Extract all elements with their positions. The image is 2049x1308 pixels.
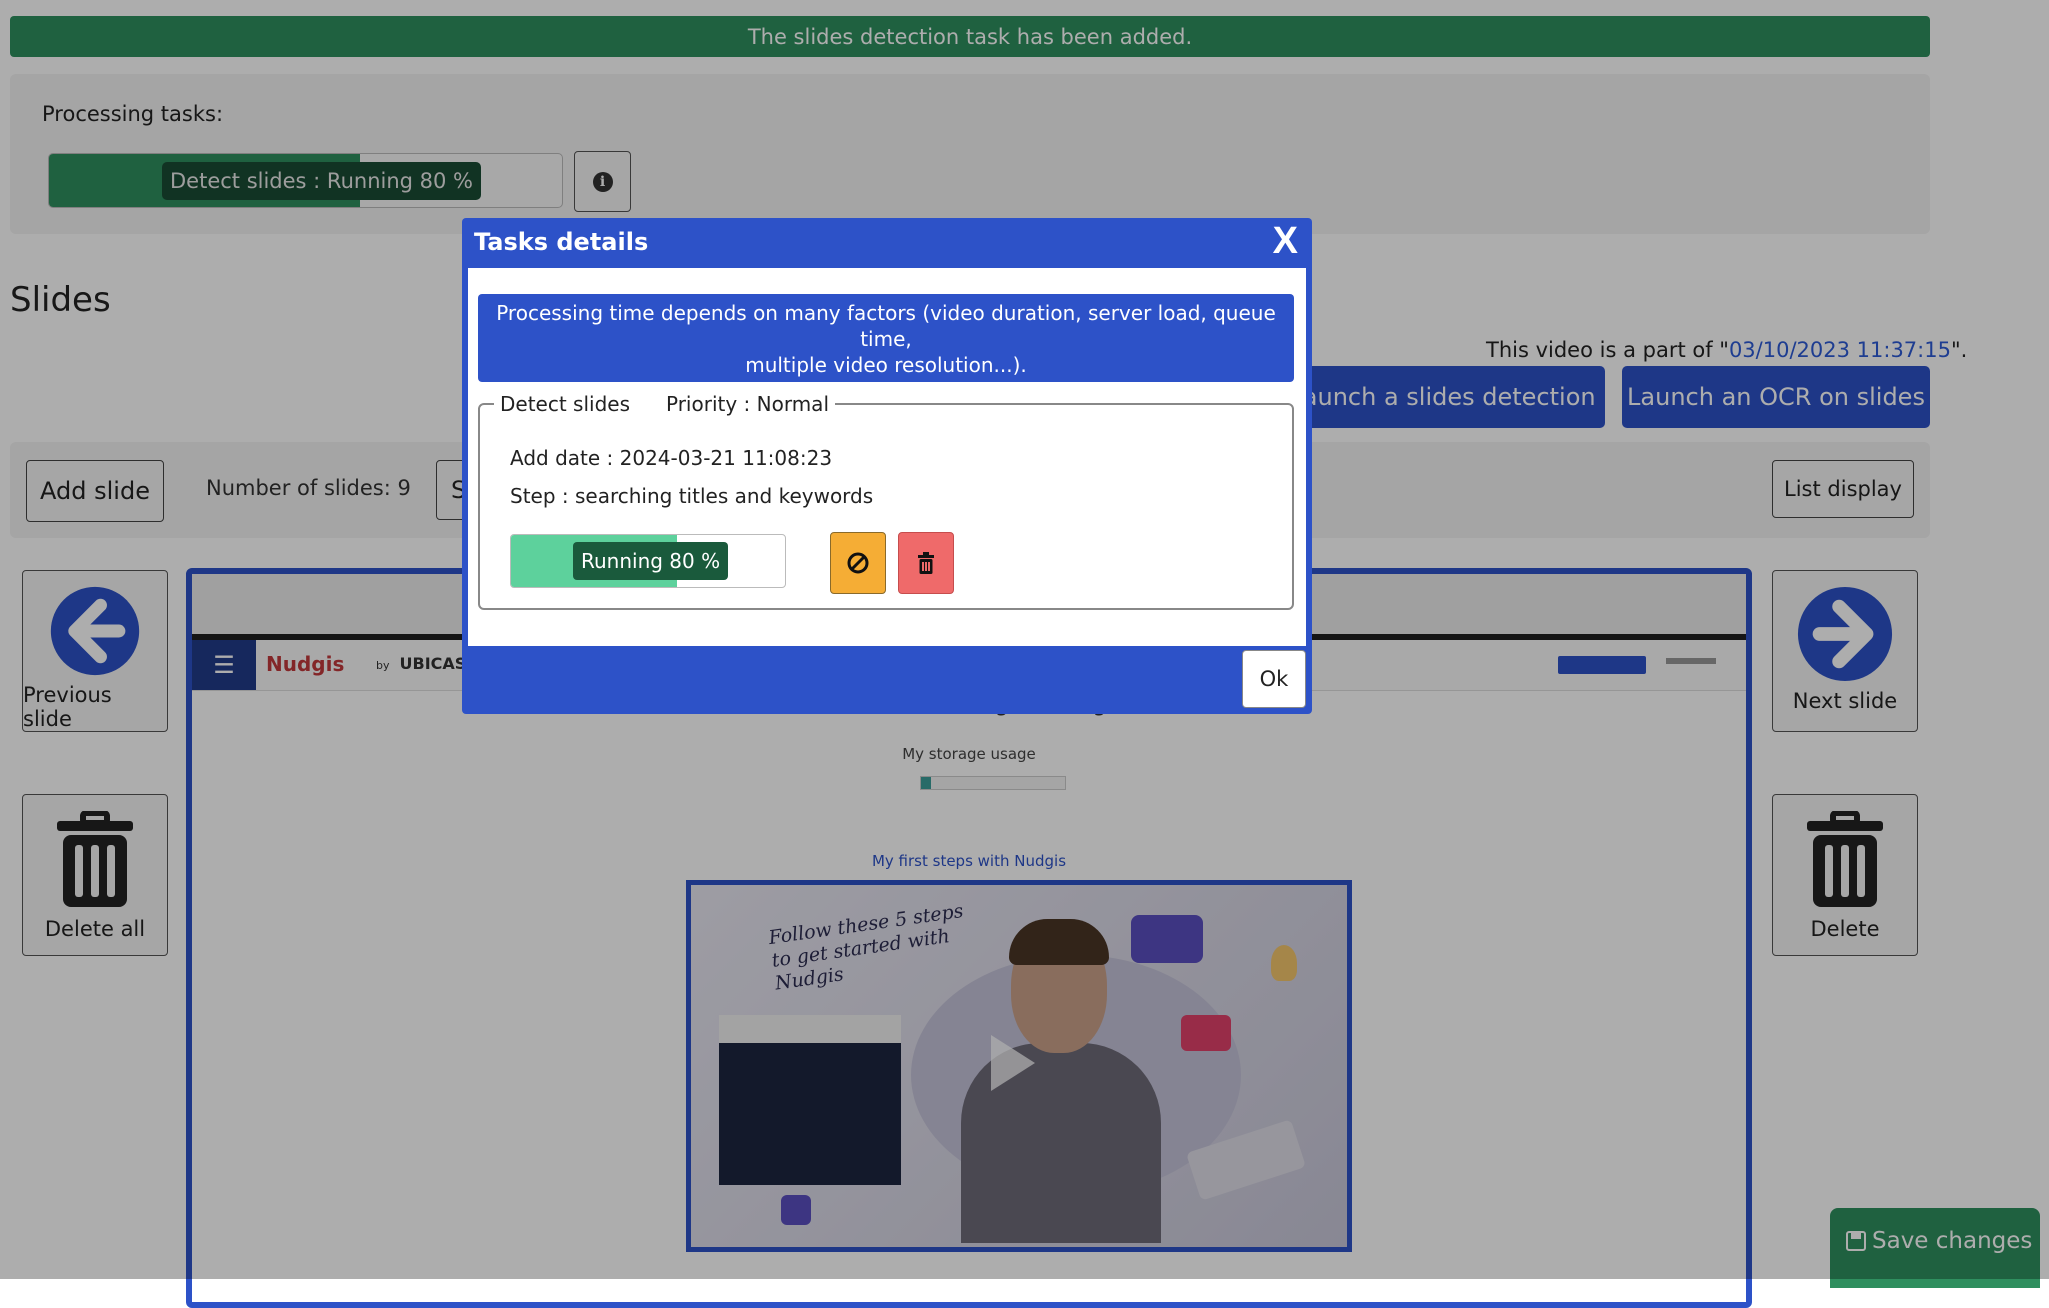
tasks-details-modal: Tasks details X Processing time depends … [462,218,1312,714]
task-legend: Detect slides Priority : Normal [494,392,835,416]
modal-title: Tasks details [474,228,649,256]
modal-body: Processing time depends on many factors … [468,268,1306,646]
task-progress-bar: Running 80 % [510,534,786,588]
delete-task-button[interactable] [898,532,954,594]
notice-line-1: Processing time depends on many factors … [496,301,1276,351]
task-step: Step : searching titles and keywords [510,484,874,508]
task-fieldset: Detect slides Priority : Normal Add date … [478,392,1294,610]
ok-button[interactable]: Ok [1242,650,1306,708]
close-icon[interactable]: X [1273,220,1298,263]
cancel-task-button[interactable] [830,532,886,594]
task-name: Detect slides [500,392,630,416]
notice-line-2: multiple video resolution...). [745,353,1027,377]
processing-time-notice: Processing time depends on many factors … [478,294,1294,403]
task-priority: Priority : Normal [666,392,829,416]
cancel-icon [847,552,869,574]
task-add-date: Add date : 2024-03-21 11:08:23 [510,446,833,470]
task-status-text: Running 80 % [573,542,729,580]
trash-icon [918,552,934,574]
